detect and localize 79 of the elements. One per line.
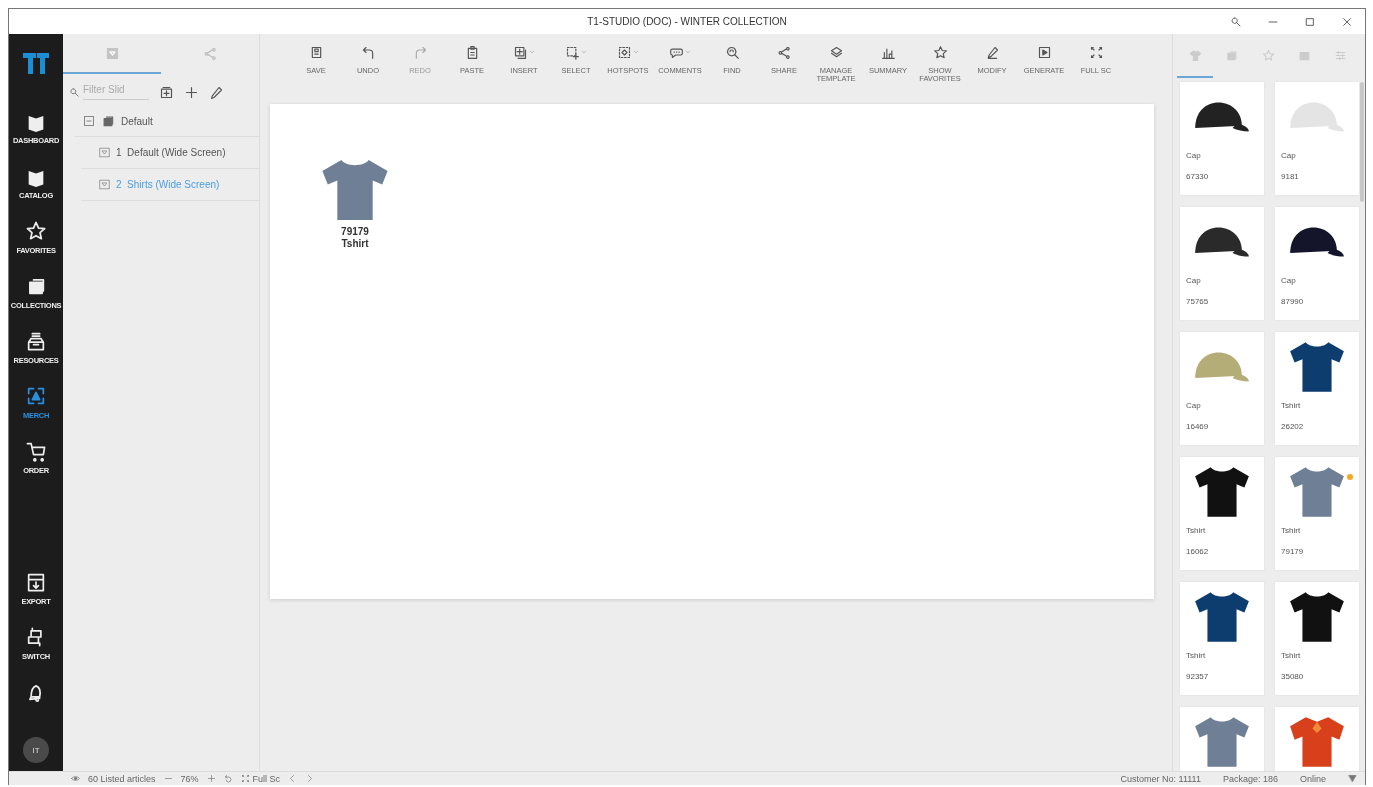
tshirt-icon	[1188, 48, 1202, 62]
article-name: Tshirt	[341, 238, 369, 250]
package-count: Package: 186	[1222, 773, 1278, 784]
window-title: T1-STUDIO (DOC) - WINTER COLLECTION	[587, 16, 787, 27]
folder-icon	[101, 114, 115, 128]
zoom-level: 76%	[180, 773, 199, 784]
close-icon[interactable]	[1340, 15, 1353, 28]
sliders-icon	[1334, 48, 1348, 62]
edit-icon[interactable]	[209, 84, 224, 100]
article-number: 75765	[1186, 297, 1210, 307]
slide-icon	[99, 147, 110, 158]
undo-icon	[360, 44, 376, 60]
article-number: 67330	[1186, 172, 1210, 182]
article-name: Tshirt	[1186, 651, 1207, 661]
article-number: 87990	[1281, 297, 1305, 307]
slide-icon	[104, 45, 120, 61]
article-card[interactable]: Cap 87990	[1275, 207, 1359, 320]
article-number: 92357	[1186, 672, 1210, 682]
article-number: 26202	[1281, 422, 1305, 432]
find-icon	[724, 44, 740, 60]
folder-icon	[1225, 48, 1239, 62]
article-number: 16062	[1186, 547, 1210, 557]
selection-icon	[564, 44, 580, 60]
scrollbar-thumb[interactable]	[1360, 82, 1364, 202]
article-card[interactable]: Tshirt 26202	[1275, 332, 1359, 445]
play-icon	[1036, 44, 1052, 60]
maximize-icon[interactable]	[1303, 15, 1316, 28]
full-screen-button[interactable]: Full Sc	[240, 773, 281, 784]
add-slide-icon[interactable]	[159, 84, 174, 100]
article-name: Cap	[1281, 151, 1297, 161]
article-card[interactable]: Tshirt 35080	[1275, 582, 1359, 695]
article-number: 9181	[1281, 172, 1300, 182]
share-icon	[202, 45, 218, 61]
article-card[interactable]: Cap 67330	[1180, 82, 1264, 195]
article-card[interactable]: Tshirt 16062	[1180, 457, 1264, 570]
expand-icon	[1088, 44, 1104, 60]
article-name: Cap	[1186, 276, 1202, 286]
article-name: Cap	[1281, 276, 1297, 286]
layers-icon	[828, 44, 844, 60]
chevron-right-icon[interactable]	[305, 774, 315, 783]
hotspot-icon	[616, 44, 632, 60]
article-card[interactable]: Tshirt 79179	[1275, 457, 1359, 570]
insert-icon	[512, 44, 528, 60]
download-box-icon	[25, 571, 47, 593]
article-name: Cap	[1186, 401, 1202, 411]
article-name: Tshirt	[1281, 526, 1302, 536]
article-card[interactable]: Tshirt 92357	[1180, 582, 1264, 695]
search-icon	[69, 86, 80, 98]
slide-item[interactable]: 1 Default (Wide Screen)	[81, 137, 259, 169]
connection-status: Online	[1300, 773, 1326, 784]
article-card[interactable]: Cap 75765	[1180, 207, 1264, 320]
search-icon[interactable]	[1229, 15, 1242, 28]
star-icon	[932, 44, 948, 60]
star-icon	[25, 220, 47, 242]
article-card[interactable]: Cap 9181	[1275, 82, 1359, 195]
article-card[interactable]: Cap 16469	[1180, 332, 1264, 445]
article-name: Tshirt	[1186, 526, 1207, 536]
star-icon	[1261, 48, 1275, 62]
cart-icon	[25, 440, 47, 462]
article-name: Cap	[1186, 151, 1202, 161]
rotate-icon[interactable]	[223, 774, 233, 783]
scan-frame-icon	[25, 385, 47, 407]
slide-icon	[99, 179, 110, 190]
article-number: 79179	[341, 226, 369, 238]
collapse-icon[interactable]	[83, 115, 95, 127]
article-count: 60 Listed articles	[88, 773, 156, 784]
filter-field[interactable]: Filter Slid	[83, 84, 149, 100]
folder-label: Default	[121, 115, 153, 127]
plus-icon[interactable]	[184, 84, 199, 100]
avatar[interactable]: IT	[23, 737, 49, 763]
article-number: 16469	[1186, 422, 1210, 432]
article-name: Tshirt	[1281, 401, 1302, 411]
tree-folder[interactable]: Default	[75, 106, 259, 137]
article-number: 79179	[1281, 547, 1305, 557]
share-icon	[776, 44, 792, 60]
tray-icon	[25, 330, 47, 352]
article-number: 35080	[1281, 672, 1305, 682]
article-name: Tshirt	[1281, 651, 1302, 661]
customer-number: Customer No: 11111	[1120, 773, 1201, 784]
